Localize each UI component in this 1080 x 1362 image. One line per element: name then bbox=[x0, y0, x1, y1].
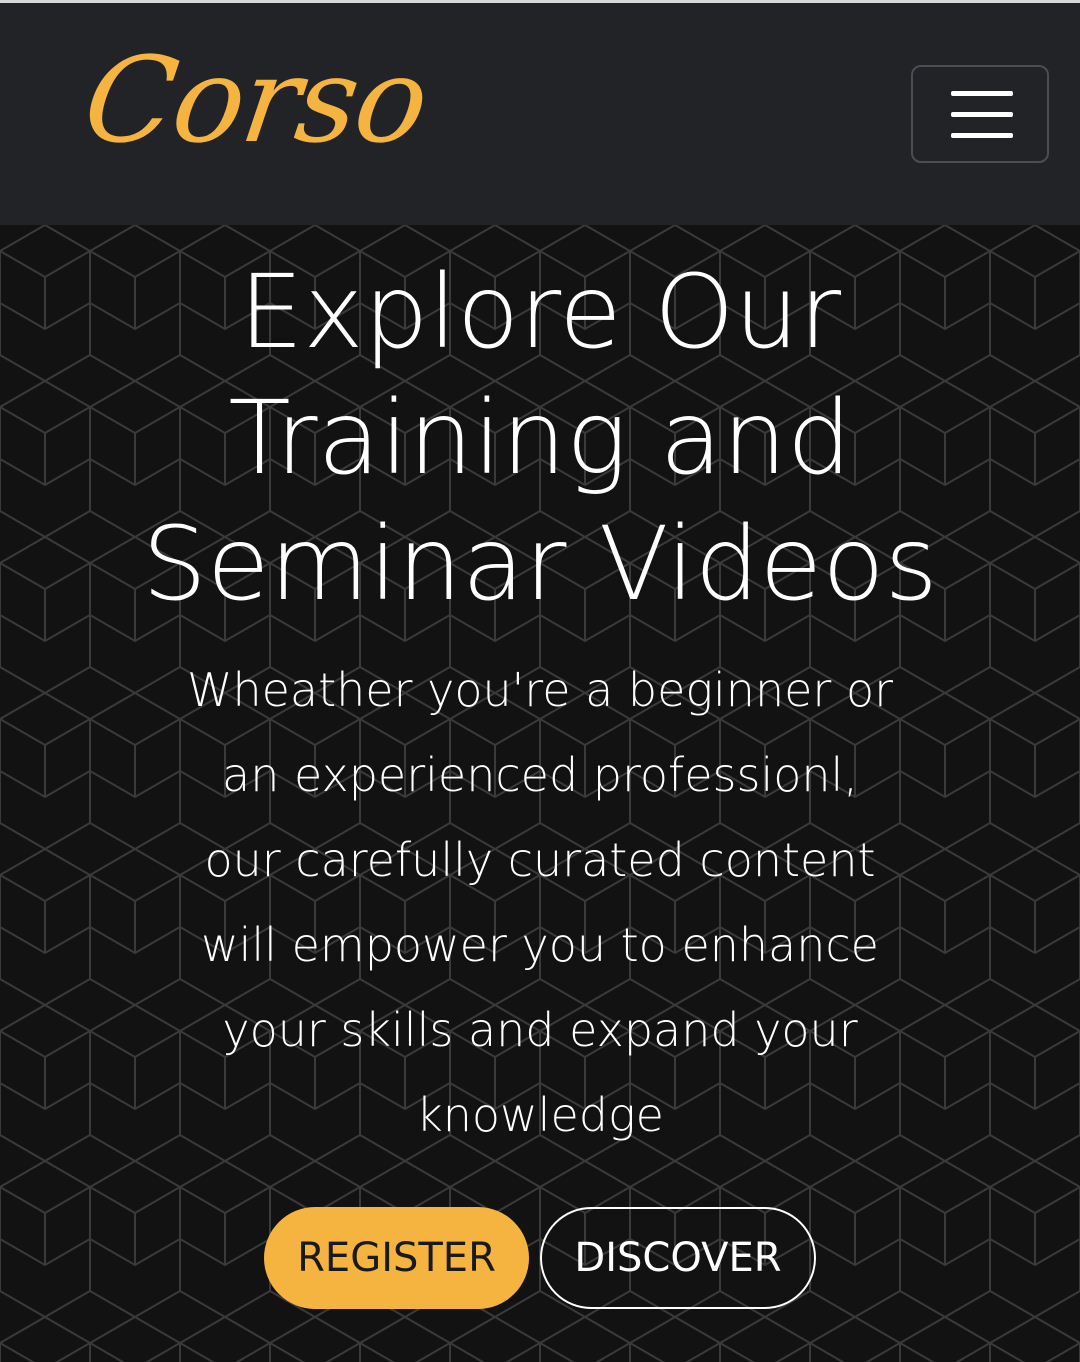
hero-title-line: Seminar Videos bbox=[142, 505, 938, 624]
hero-title-line: Explore Our bbox=[238, 253, 842, 372]
hero-content: Explore Our Training and Seminar Videos … bbox=[0, 225, 1080, 1158]
brand-logo[interactable]: Corso bbox=[76, 31, 435, 169]
hero-description-line: our carefully curated content bbox=[204, 833, 876, 887]
hero-description-line: Wheather you're a beginner or bbox=[186, 663, 894, 717]
hero-description-line: will empower you to enhance bbox=[201, 918, 879, 972]
hamburger-menu-icon bbox=[951, 133, 1013, 138]
register-button[interactable]: REGISTER bbox=[264, 1207, 529, 1309]
hero-description: Wheather you're a beginner or an experie… bbox=[150, 648, 930, 1158]
hero-section: Explore Our Training and Seminar Videos … bbox=[0, 225, 1080, 1362]
hamburger-menu-icon bbox=[951, 91, 1013, 96]
hamburger-menu-icon bbox=[951, 112, 1013, 117]
hero-title: Explore Our Training and Seminar Videos bbox=[90, 250, 990, 628]
discover-button[interactable]: DISCOVER bbox=[540, 1207, 816, 1309]
hero-description-line: your skills and expand your bbox=[222, 1003, 858, 1057]
hero-title-line: Training and bbox=[228, 379, 852, 498]
menu-toggle-button[interactable] bbox=[911, 65, 1049, 163]
navbar: Corso bbox=[0, 0, 1080, 225]
hero-description-line: an experienced professionl, bbox=[222, 748, 858, 802]
hero-description-line: knowledge bbox=[416, 1088, 664, 1142]
